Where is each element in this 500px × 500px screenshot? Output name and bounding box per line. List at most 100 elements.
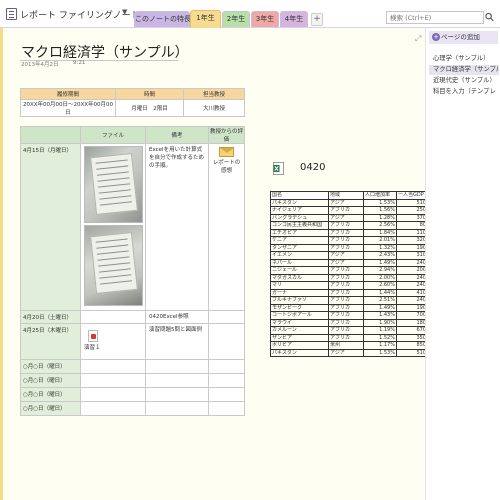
note-cell[interactable]: [145, 401, 209, 416]
cell-gdp[interactable]: 700: [396, 311, 428, 320]
cell-growth[interactable]: 2.94%: [363, 266, 397, 275]
note-cell[interactable]: [145, 359, 209, 374]
cell-region[interactable]: アフリカ: [328, 266, 364, 275]
evaluation-cell[interactable]: [208, 401, 245, 416]
cell-country[interactable]: ザンビア: [270, 333, 329, 342]
note-cell[interactable]: [145, 387, 209, 402]
cell-region[interactable]: アフリカ: [328, 318, 364, 327]
row-date[interactable]: 4月25日（木曜日）: [20, 323, 81, 360]
cell-growth[interactable]: 1.19%: [363, 326, 397, 335]
cell-country[interactable]: パキスタン: [270, 198, 329, 207]
cell-gdp[interactable]: 510: [396, 348, 428, 357]
evaluation-cell[interactable]: [208, 387, 245, 402]
cell-growth[interactable]: 1.53%: [363, 348, 397, 357]
row-note[interactable]: 0420Excel参照: [145, 310, 209, 324]
tab-features[interactable]: このノートの特長: [134, 11, 191, 27]
cell-gdp[interactable]: 670: [396, 326, 428, 335]
cell-country[interactable]: ケニア: [270, 236, 329, 245]
cell-country[interactable]: イエメン: [270, 251, 329, 260]
cell-region[interactable]: アフリカ: [328, 281, 364, 290]
cell-region[interactable]: アジア: [328, 348, 364, 357]
note-cell[interactable]: [145, 373, 209, 388]
cell-gdp[interactable]: 80: [396, 221, 428, 230]
cell-growth[interactable]: 2.56%: [363, 221, 397, 230]
cell-region[interactable]: アジア: [328, 198, 364, 207]
search-icon[interactable]: [485, 12, 494, 22]
cell-country[interactable]: タンザニア: [270, 243, 329, 252]
cell-gdp[interactable]: 510: [396, 198, 428, 207]
cell-country[interactable]: ブルキナファソ: [270, 296, 329, 305]
tab-year2[interactable]: 2年生: [222, 11, 250, 27]
add-page-button[interactable]: + ページの追加: [429, 31, 498, 44]
cell-country[interactable]: モザンビーク: [270, 303, 329, 312]
page-item-psychology[interactable]: 心理学（サンプル）: [429, 54, 499, 64]
cell-country[interactable]: ガーナ: [270, 288, 329, 297]
cell-region[interactable]: アフリカ: [328, 326, 364, 335]
cell-gdp[interactable]: 850: [396, 341, 428, 350]
evaluation-cell[interactable]: [208, 373, 245, 388]
scanned-report-image[interactable]: [84, 146, 143, 223]
file-cell[interactable]: [80, 143, 146, 311]
cell-gdp[interactable]: 350: [396, 333, 428, 342]
cell-gdp[interactable]: 320: [396, 236, 428, 245]
cell-region[interactable]: アフリカ: [328, 333, 364, 342]
cell-region[interactable]: アジア: [328, 213, 364, 222]
cell-gdp[interactable]: 410: [396, 288, 428, 297]
cell-growth[interactable]: 1.49%: [363, 258, 397, 267]
cell-growth[interactable]: 1.28%: [363, 213, 397, 222]
cell-gdp[interactable]: 190: [396, 303, 428, 312]
cell-growth[interactable]: 1.32%: [363, 243, 397, 252]
row-date[interactable]: ○月○日（曜日）: [20, 359, 81, 374]
tab-year3[interactable]: 3年生: [251, 11, 279, 27]
cell-growth[interactable]: 1.17%: [363, 341, 397, 350]
cell-growth[interactable]: 1.44%: [363, 288, 397, 297]
cell-region[interactable]: アフリカ: [328, 311, 364, 320]
cell-country[interactable]: コンゴ民主主義共和国: [270, 221, 329, 230]
evaluation-cell[interactable]: [208, 359, 245, 374]
cell-country[interactable]: パキスタン: [270, 348, 329, 357]
cell-growth[interactable]: 2.51%: [363, 296, 397, 305]
cell-region[interactable]: アフリカ: [328, 273, 364, 282]
cell-growth[interactable]: 2.43%: [363, 251, 397, 260]
excel-file-label[interactable]: 0420: [300, 162, 325, 173]
cell-country[interactable]: コートジボアール: [270, 311, 329, 320]
notebook-icon[interactable]: [6, 8, 17, 20]
tab-year4[interactable]: 4年生: [280, 11, 308, 27]
cell-region[interactable]: アフリカ: [328, 288, 364, 297]
cell-growth[interactable]: 1.84%: [363, 228, 397, 237]
cell-region[interactable]: アジア: [328, 258, 364, 267]
excel-file-icon[interactable]: [273, 162, 284, 175]
file-label[interactable]: 演習１: [81, 342, 145, 354]
row-date[interactable]: ○月○日（曜日）: [20, 387, 81, 402]
cell-region[interactable]: アフリカ: [328, 236, 364, 245]
cell-country[interactable]: カメルーン: [270, 326, 329, 335]
cell-gdp[interactable]: 370: [396, 213, 428, 222]
row-note[interactable]: Excelを用いた計算式を自分で作成するための手順。: [145, 143, 209, 311]
cell-growth[interactable]: 1.90%: [363, 318, 397, 327]
file-cell[interactable]: [80, 401, 146, 416]
cell-gdp[interactable]: 110: [396, 228, 428, 237]
file-cell[interactable]: [80, 359, 146, 374]
page-item-template[interactable]: 科目を入力（テンプレ: [429, 87, 499, 97]
cell-country[interactable]: ナイジェリア: [270, 206, 329, 215]
cell-gdp[interactable]: 310: [396, 251, 428, 260]
cell-growth[interactable]: 1.49%: [363, 303, 397, 312]
evaluation-cell[interactable]: [208, 323, 245, 360]
cell-growth[interactable]: 1.52%: [363, 333, 397, 342]
cell-period[interactable]: 20XX年00月00日～20XX年00月00日: [20, 99, 116, 117]
cell-growth[interactable]: 2.01%: [363, 236, 397, 245]
cell-country[interactable]: マラウイ: [270, 318, 329, 327]
cell-country[interactable]: バングラデシュ: [270, 213, 329, 222]
file-cell[interactable]: [80, 373, 146, 388]
row-date[interactable]: ○月○日（曜日）: [20, 401, 81, 416]
cell-country[interactable]: マダガスカル: [270, 273, 329, 282]
cell-growth[interactable]: 2.00%: [363, 273, 397, 282]
cell-gdp[interactable]: 240: [396, 258, 428, 267]
cell-gdp[interactable]: 240: [396, 273, 428, 282]
pdf-file-icon[interactable]: [88, 330, 98, 342]
page-title[interactable]: マクロ経済学（サンプル）: [21, 42, 189, 62]
cell-country[interactable]: マリ: [270, 281, 329, 290]
cell-region[interactable]: アフリカ: [328, 228, 364, 237]
cell-region[interactable]: アフリカ: [328, 206, 364, 215]
cell-time[interactable]: 月曜日 2限目: [115, 99, 184, 117]
